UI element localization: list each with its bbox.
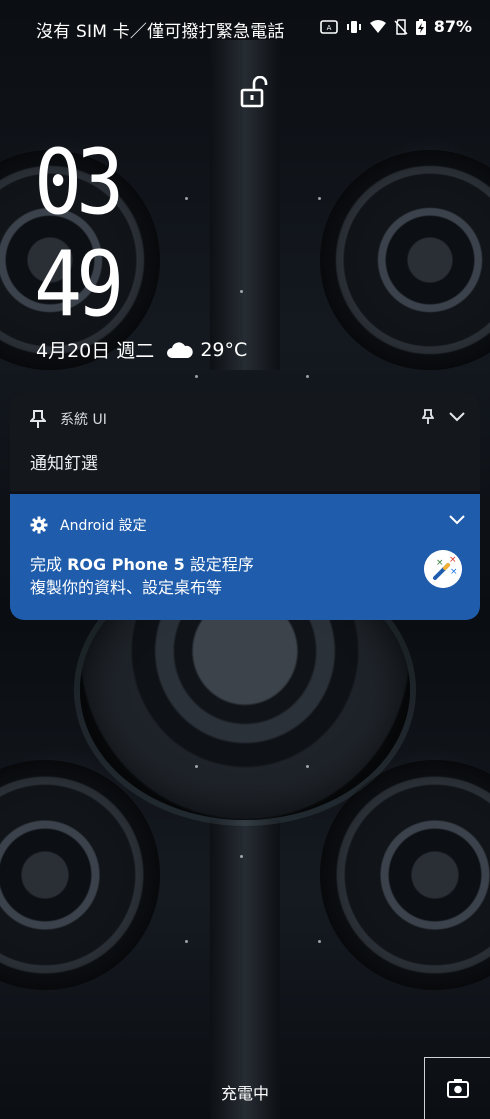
wallpaper-dot (185, 197, 188, 200)
unlocked-padlock-icon[interactable] (240, 76, 268, 108)
camera-icon (447, 1079, 469, 1098)
svg-text:×: × (449, 555, 457, 565)
status-bar: 沒有 SIM 卡／僅可撥打緊急電話 A 87% (0, 0, 490, 56)
date-weather-row: 4月20日 週二 29°C (36, 336, 247, 363)
camera-shortcut-button[interactable] (424, 1057, 490, 1119)
wallpaper-speaker (0, 760, 160, 990)
wallpaper-dot (318, 197, 321, 200)
notification-controls (422, 409, 466, 425)
notification-text: 複製你的資料、設定桌布等 (30, 578, 223, 597)
wallpaper-dot (318, 940, 321, 943)
clock-minutes: 49 (34, 232, 124, 337)
no-sim-icon (394, 18, 408, 35)
wallpaper-speaker (320, 150, 490, 370)
wallpaper-dot (185, 940, 188, 943)
svg-text:A: A (326, 24, 331, 32)
carrier-text: 沒有 SIM 卡／僅可撥打緊急電話 (36, 22, 285, 42)
svg-text:×: × (450, 567, 458, 577)
notification-header: Android 設定 (30, 515, 147, 535)
wallpaper-dot (195, 765, 198, 768)
notification-title: 完成 ROG Phone 5 設定程序 (30, 551, 254, 575)
auto-brightness-icon: A (319, 19, 338, 34)
date-text: 4月20日 週二 (36, 340, 155, 362)
notification-title: 通知釘選 (30, 454, 98, 474)
notification-title-bold: ROG Phone 5 (67, 555, 185, 574)
vibrate-icon (346, 20, 361, 33)
clock-hours: 03 (34, 130, 124, 235)
notification-app-name: Android 設定 (60, 518, 147, 534)
wallpaper-speaker (320, 760, 490, 990)
chevron-down-icon[interactable] (448, 514, 466, 526)
wallpaper-dot (240, 290, 243, 293)
battery-percent: 87% (433, 17, 472, 36)
svg-text:×: × (436, 558, 444, 568)
wifi-icon (369, 19, 386, 33)
charging-status: 充電中 (220, 1084, 269, 1103)
system-icons: A 87% (319, 17, 472, 36)
notification-title-suffix: 設定程序 (189, 555, 254, 574)
chevron-down-icon[interactable] (448, 411, 466, 423)
notification-app-name: 系統 UI (60, 412, 107, 428)
pin-icon (30, 410, 46, 428)
notification-header: 系統 UI (30, 409, 107, 429)
magic-wand-icon: × × × (424, 550, 462, 588)
wallpaper-dot (306, 375, 309, 378)
battery-charging-icon (415, 18, 426, 35)
temperature-text: 29°C (200, 338, 248, 361)
gear-icon (30, 516, 48, 534)
wallpaper-dot (240, 855, 243, 858)
wallpaper-dot (195, 375, 198, 378)
notification-system-ui[interactable]: 系統 UI 通知釘選 (10, 393, 480, 491)
wallpaper-dot (306, 765, 309, 768)
wallpaper-spine (210, 820, 280, 1119)
cloud-icon (167, 341, 193, 358)
pin-toggle-icon[interactable] (422, 409, 434, 425)
notification-title-prefix: 完成 (30, 555, 63, 574)
notification-android-settings[interactable]: Android 設定 完成 ROG Phone 5 設定程序 複製你的資料、設定… (10, 494, 480, 620)
